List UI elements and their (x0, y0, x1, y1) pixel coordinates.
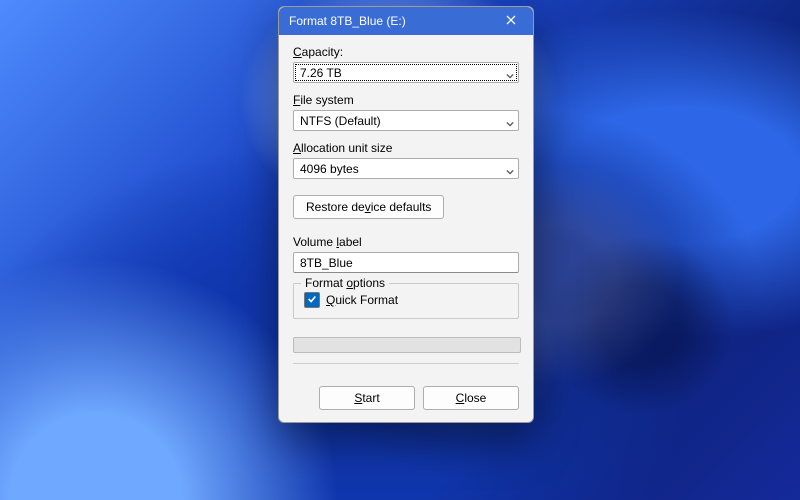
format-dialog: Format 8TB_Blue (E:) Capacity: 7.26 TB (278, 6, 534, 423)
restore-defaults-button[interactable]: Restore device defaults (293, 195, 444, 219)
close-button[interactable]: Close (423, 386, 519, 410)
format-options-legend: Format options (301, 276, 389, 290)
window-title: Format 8TB_Blue (E:) (289, 14, 489, 28)
format-progress-bar (293, 337, 521, 353)
format-options-group: Format options Quick Format (293, 283, 519, 319)
capacity-label: Capacity: (293, 45, 519, 59)
window-close-button[interactable] (489, 7, 533, 35)
filesystem-select[interactable]: NTFS (Default) (293, 110, 519, 131)
quick-format-row[interactable]: Quick Format (304, 292, 508, 308)
volume-label-input[interactable] (293, 252, 519, 273)
allocation-value: 4096 bytes (300, 162, 359, 176)
dialog-footer: Start Close (279, 386, 533, 422)
dialog-body: Capacity: 7.26 TB File system NTFS (Defa… (279, 35, 533, 386)
checkmark-icon (307, 293, 317, 307)
capacity-select[interactable]: 7.26 TB (293, 62, 519, 83)
titlebar[interactable]: Format 8TB_Blue (E:) (279, 7, 533, 35)
desktop-wallpaper: Format 8TB_Blue (E:) Capacity: 7.26 TB (0, 0, 800, 500)
allocation-label: Allocation unit size (293, 141, 519, 155)
close-icon (506, 14, 516, 28)
allocation-select[interactable]: 4096 bytes (293, 158, 519, 179)
chevron-down-icon (506, 117, 514, 125)
chevron-down-icon (506, 165, 514, 173)
quick-format-checkbox[interactable] (304, 292, 320, 308)
chevron-down-icon (506, 69, 514, 77)
separator (293, 363, 519, 364)
volume-label-label: Volume label (293, 235, 519, 249)
start-button[interactable]: Start (319, 386, 415, 410)
filesystem-value: NTFS (Default) (300, 114, 381, 128)
filesystem-label: File system (293, 93, 519, 107)
capacity-value: 7.26 TB (300, 66, 342, 80)
quick-format-label: Quick Format (326, 293, 398, 307)
